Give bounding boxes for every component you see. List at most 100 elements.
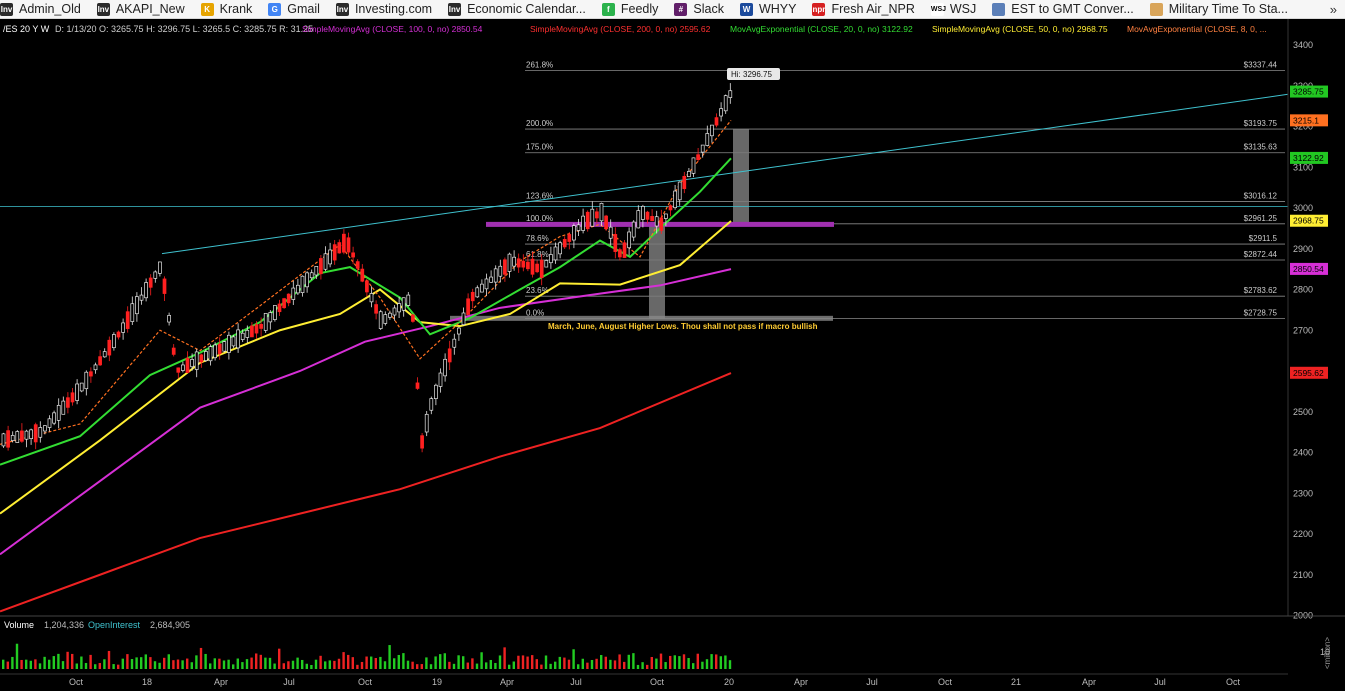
bookmark-label: Slack	[693, 2, 724, 16]
candle-body	[723, 95, 728, 112]
candle-body	[360, 268, 365, 282]
volume-bar	[448, 661, 451, 669]
volume-bar	[75, 663, 78, 669]
range-box	[733, 129, 749, 224]
google-icon: G	[268, 2, 282, 16]
bookmark-item[interactable]: Inv AKAPI_New	[96, 0, 191, 19]
candle-body	[38, 427, 43, 438]
candle-body	[641, 206, 645, 220]
volume-bar	[572, 649, 575, 669]
chart-annotation: March, June, August Higher Lows. Thou sh…	[548, 322, 818, 331]
bookmark-item[interactable]: Inv Economic Calendar...	[448, 0, 592, 19]
volume-bar	[402, 653, 405, 669]
candle-body	[719, 108, 723, 117]
bookmark-item[interactable]: f Feedly	[601, 0, 665, 19]
volume-bar	[107, 650, 111, 669]
bookmark-item[interactable]: K Krank	[200, 0, 259, 19]
volume-bar	[365, 656, 368, 669]
candle-body	[613, 234, 618, 252]
fib-pct: 261.8%	[526, 60, 553, 69]
volume-bar	[590, 659, 594, 669]
candle-body	[337, 242, 342, 254]
candle-body	[374, 304, 378, 314]
candle-body	[56, 404, 61, 421]
volume-bar	[186, 658, 189, 669]
study-label: SimpleMovingAvg (CLOSE, 100, 0, no) 2850…	[302, 24, 483, 34]
candle-body	[167, 315, 171, 323]
bookmark-item[interactable]: G Gmail	[268, 0, 326, 19]
bookmark-label: Economic Calendar...	[467, 2, 586, 16]
study-label: MovAvgExponential (CLOSE, 20, 0, no) 312…	[730, 24, 913, 34]
fib-pct: 23.6%	[526, 286, 549, 295]
candle-body	[52, 412, 56, 424]
volume-bar	[595, 658, 598, 669]
volume-bar	[420, 664, 423, 669]
bookmark-label: Admin_Old	[19, 2, 81, 16]
volume-bar	[715, 654, 718, 669]
bookmark-label: WSJ	[949, 2, 977, 16]
bookmark-item[interactable]: W WHYY	[739, 0, 803, 19]
candle-body	[148, 277, 153, 288]
volume-bar	[342, 652, 345, 669]
chart-panel[interactable]: 261.8% $3337.44 200.0% $3193.75 175.0% $3135.…	[0, 19, 1345, 691]
bookmark-item[interactable]: Inv Admin_Old	[0, 0, 87, 19]
fib-pct: 175.0%	[526, 143, 553, 152]
bookmark-item[interactable]: WSJ WSJ	[930, 0, 982, 19]
more-bookmarks-icon[interactable]: »	[1330, 2, 1337, 17]
candle-body	[222, 341, 227, 352]
bookmark-item[interactable]: npr Fresh Air_NPR	[812, 0, 920, 19]
candle-body	[549, 254, 553, 264]
volume-bar	[540, 664, 543, 669]
volume-bar	[232, 664, 235, 669]
volume-bar	[692, 663, 695, 669]
volume-bar	[471, 658, 474, 669]
bookmark-label: Fresh Air_NPR	[831, 2, 915, 16]
volume-bar	[521, 655, 525, 669]
candle-body	[43, 425, 47, 432]
candle-body	[296, 284, 300, 294]
candle-body	[493, 268, 498, 283]
candle-body	[659, 217, 664, 231]
candle-body	[102, 351, 107, 358]
candle-body	[342, 233, 346, 253]
volume-bar	[705, 659, 709, 669]
volume-bar	[310, 664, 313, 669]
volume-bar	[20, 659, 23, 669]
y-tick-label: 2100	[1293, 570, 1313, 580]
volume-bar	[328, 660, 331, 669]
fib-price: $3016.12	[1244, 191, 1278, 200]
volume-bar	[121, 658, 124, 669]
volume-bar	[305, 663, 308, 669]
volume-bar	[563, 657, 566, 669]
volume-bar	[434, 656, 437, 669]
candle-body	[328, 249, 332, 265]
price-chart[interactable]: 261.8% $3337.44 200.0% $3193.75 175.0% $3135.…	[0, 19, 1345, 691]
candle-body	[415, 382, 420, 389]
volume-bar	[98, 663, 101, 669]
volume-bar	[11, 656, 14, 669]
candle-body	[383, 314, 388, 324]
volume-bar	[2, 659, 5, 669]
volume-value: 1,204,336	[44, 620, 84, 630]
volume-bar	[337, 658, 341, 669]
candle-body	[365, 280, 369, 293]
candle-body	[162, 278, 167, 294]
volume-bar	[163, 657, 166, 669]
bookmark-item[interactable]: # Slack	[674, 0, 730, 19]
volume-bar	[609, 659, 612, 669]
y-tick-label: 2500	[1293, 407, 1313, 417]
fib-pct: 78.6%	[526, 234, 549, 243]
volume-bar	[153, 661, 157, 669]
bookmark-item[interactable]: EST to GMT Conver...	[992, 0, 1140, 19]
candle-body	[273, 305, 277, 320]
y-tick-label: 2800	[1293, 285, 1313, 295]
bookmark-item[interactable]: Military Time To Sta...	[1149, 0, 1294, 19]
volume-bar	[190, 662, 193, 669]
volume-bar	[117, 664, 120, 669]
candle-body	[93, 364, 98, 371]
candle-body	[696, 154, 700, 161]
candle-body	[631, 221, 636, 238]
price-badge-label: 3285.75	[1293, 87, 1324, 97]
candle-body	[388, 312, 392, 318]
bookmark-item[interactable]: Inv Investing.com	[335, 0, 438, 19]
